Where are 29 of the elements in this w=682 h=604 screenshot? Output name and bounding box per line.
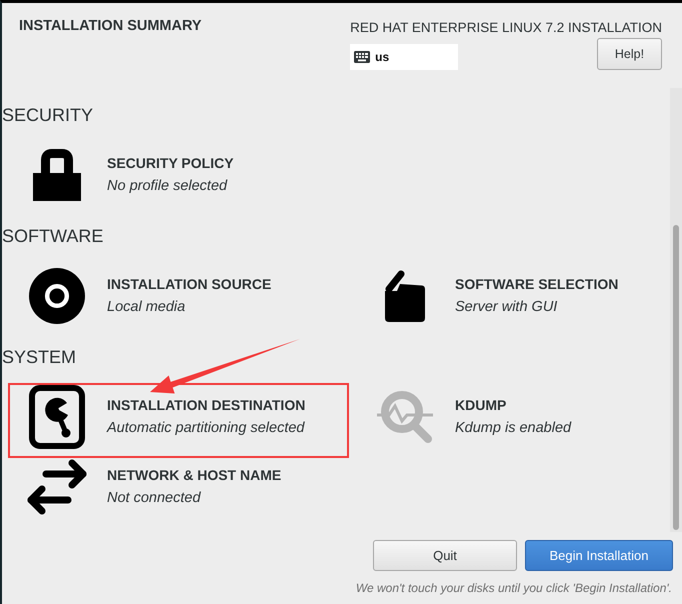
two-arrows-icon[interactable] bbox=[26, 459, 88, 515]
padlock-icon[interactable] bbox=[33, 149, 81, 201]
spoke-title[interactable]: NETWORK & HOST NAME bbox=[107, 464, 282, 487]
disc-icon[interactable] bbox=[29, 268, 85, 324]
spoke-status: Kdump is enabled bbox=[455, 419, 572, 438]
keyboard-layout-indicator[interactable]: us bbox=[350, 44, 458, 70]
section-heading: SECURITY bbox=[2, 104, 94, 127]
package-icon[interactable] bbox=[384, 270, 426, 322]
spoke-title[interactable]: KDUMP bbox=[455, 394, 506, 417]
begin-installation-button[interactable]: Begin Installation bbox=[525, 540, 673, 571]
quit-button[interactable]: Quit bbox=[373, 540, 517, 571]
spoke-title[interactable]: SOFTWARE SELECTION bbox=[455, 273, 618, 296]
spoke-status: Local media bbox=[107, 298, 186, 317]
spoke-status: Not connected bbox=[107, 489, 201, 508]
scrollbar-thumb[interactable] bbox=[673, 225, 679, 530]
spoke-title[interactable]: INSTALLATION DESTINATION bbox=[107, 394, 306, 417]
scrollbar-track[interactable] bbox=[670, 88, 682, 532]
section-heading: SYSTEM bbox=[2, 346, 76, 369]
spoke-title[interactable]: INSTALLATION SOURCE bbox=[107, 273, 272, 296]
section-heading: SOFTWARE bbox=[2, 225, 104, 248]
help-button[interactable]: Help! bbox=[597, 38, 662, 70]
hub-title: INSTALLATION SUMMARY bbox=[19, 17, 202, 35]
footer-note: We won't touch your disks until you click 'Begin Installation'. bbox=[356, 580, 672, 596]
spoke-status: No profile selected bbox=[107, 177, 228, 196]
spoke-status: Automatic partitioning selected bbox=[107, 419, 304, 438]
spoke-status: Server with GUI bbox=[455, 298, 558, 317]
product-title: RED HAT ENTERPRISE LINUX 7.2 INSTALLATION bbox=[350, 19, 662, 37]
keyboard-icon bbox=[354, 51, 370, 63]
spoke-title[interactable]: SECURITY POLICY bbox=[107, 152, 234, 175]
